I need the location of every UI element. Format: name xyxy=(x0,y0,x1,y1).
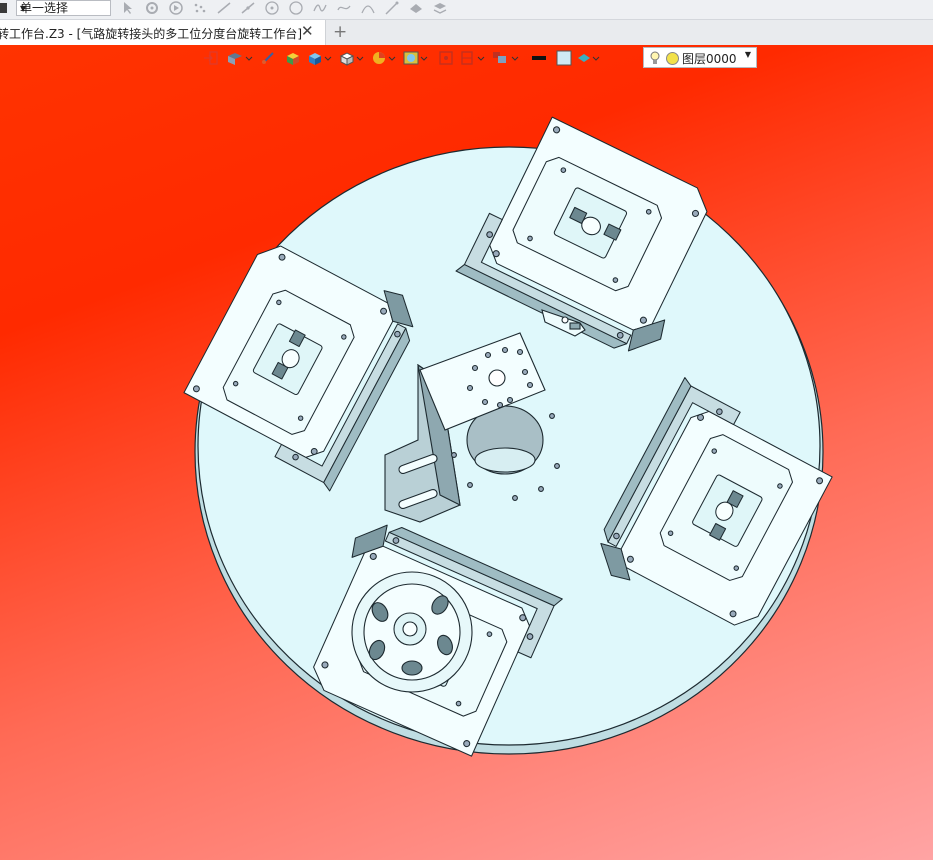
selection-mode-dropdown[interactable]: 单一选择 ▼ xyxy=(16,0,111,16)
stack-icon[interactable] xyxy=(428,0,452,16)
sketch-tool-icon[interactable] xyxy=(380,0,404,16)
spline-icon[interactable] xyxy=(308,0,332,16)
line-icon[interactable] xyxy=(212,0,236,16)
drawing-tools xyxy=(116,0,452,16)
point-icon[interactable] xyxy=(188,0,212,16)
arc-icon[interactable] xyxy=(356,0,380,16)
menu-icon[interactable] xyxy=(0,3,7,13)
play-icon[interactable] xyxy=(164,0,188,16)
new-tab-button[interactable]: + xyxy=(333,22,347,42)
wheel-fixture xyxy=(351,571,473,693)
eraser-icon[interactable] xyxy=(404,0,428,16)
close-icon[interactable]: ✕ xyxy=(301,23,314,39)
top-toolbar: 单一选择 ▼ xyxy=(0,0,933,20)
tab-document[interactable]: 转工作台.Z3 - [气路旋转接头的多工位分度台旋转工作台] ✕ xyxy=(0,20,326,45)
filter-icon[interactable] xyxy=(140,0,164,16)
3d-viewport[interactable]: 图层0000 ▼ xyxy=(0,45,933,860)
arrow-select-icon[interactable] xyxy=(116,0,140,16)
cad-model[interactable] xyxy=(0,45,933,860)
tab-title: 转工作台.Z3 - [气路旋转接头的多工位分度台旋转工作台] xyxy=(0,27,302,41)
curve-icon[interactable] xyxy=(332,0,356,16)
document-tab-bar: 转工作台.Z3 - [气路旋转接头的多工位分度台旋转工作台] ✕ + xyxy=(0,20,933,45)
segment-icon[interactable] xyxy=(236,0,260,16)
circle-center-icon[interactable] xyxy=(260,0,284,16)
circle-icon[interactable] xyxy=(284,0,308,16)
dropdown-arrow-icon: ▼ xyxy=(20,4,27,13)
